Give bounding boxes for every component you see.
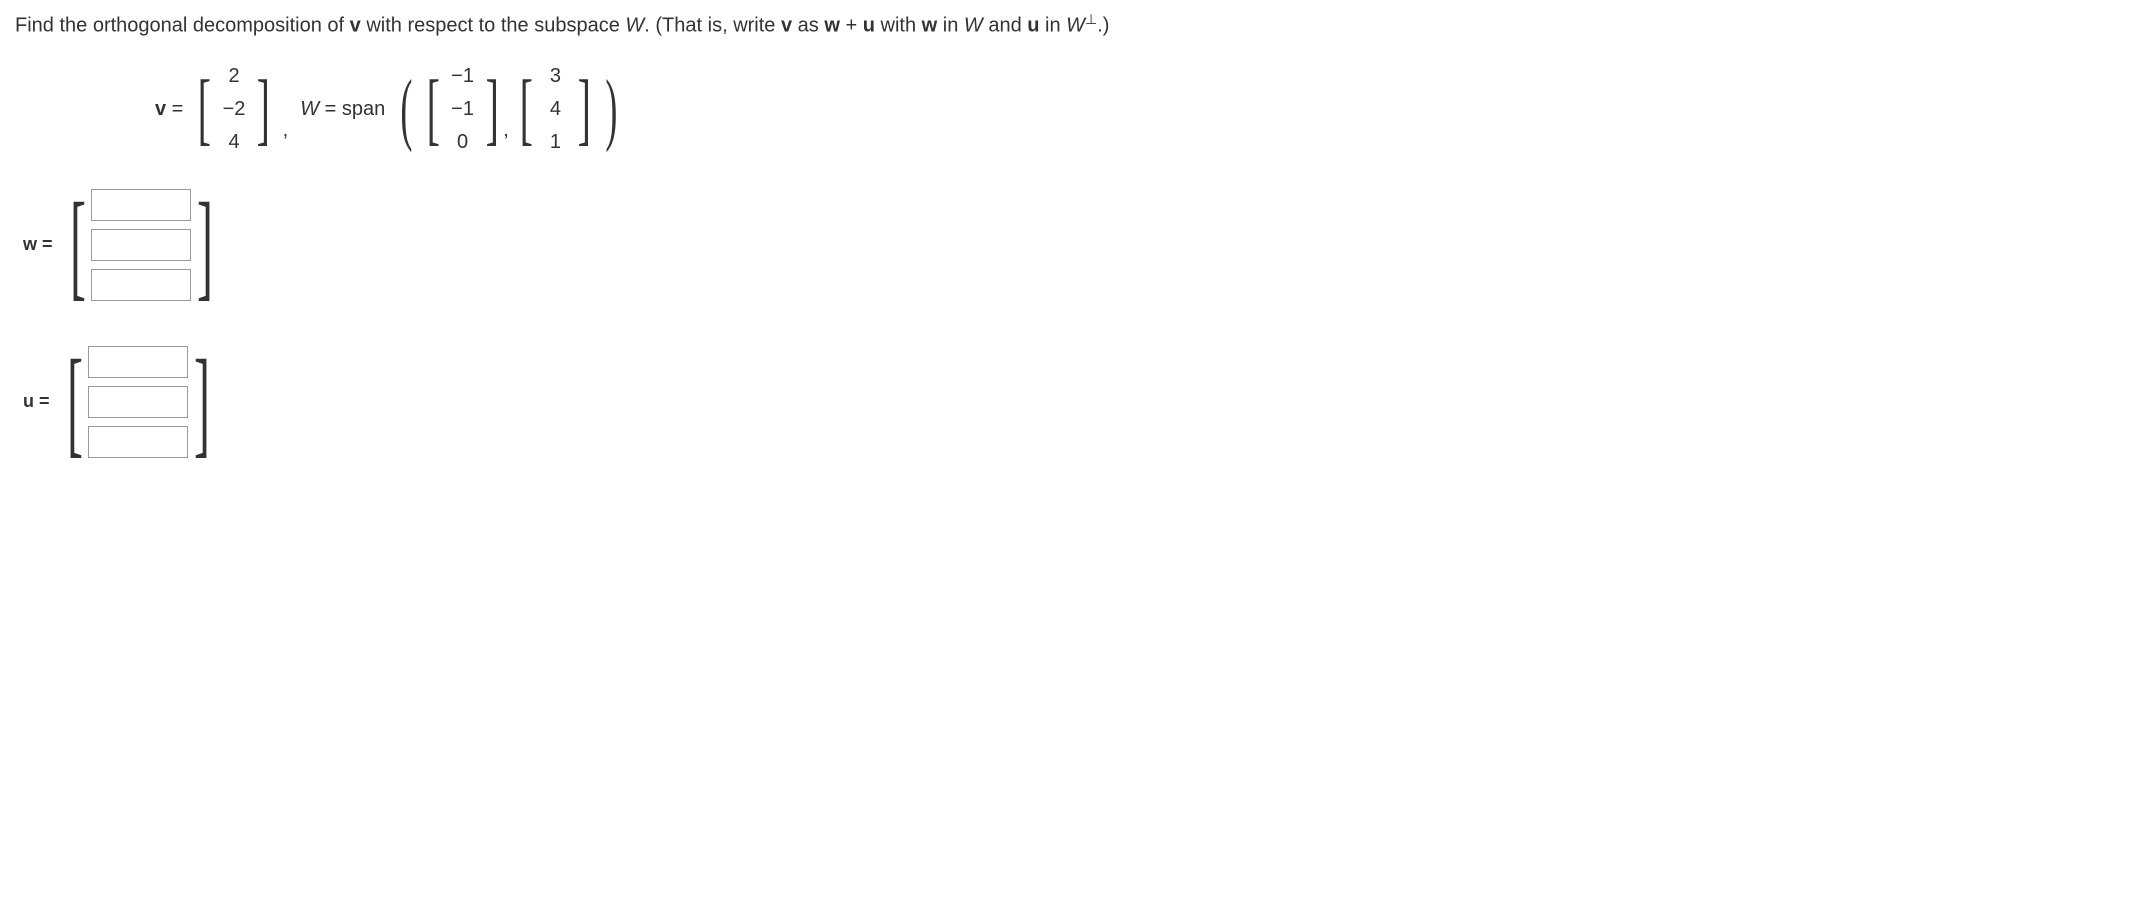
right-paren-icon: ): [605, 75, 617, 143]
left-bracket-icon: [: [198, 75, 211, 143]
right-bracket-icon: ]: [578, 75, 591, 143]
comma: ,: [503, 119, 509, 142]
v-vector: [ 2 −2 4 ]: [191, 65, 276, 154]
span-set: ( [ −1 −1 0 ] , [ 3 4 1 ] ): [393, 65, 624, 154]
w-entry-3-input[interactable]: [91, 269, 191, 301]
w-answer-row: w = [ ]: [23, 189, 2124, 301]
vector-entry: 0: [449, 131, 477, 154]
u-entry-2-input[interactable]: [88, 386, 188, 418]
equals: =: [166, 98, 183, 120]
right-bracket-icon: ]: [257, 75, 270, 143]
w-entry-1-input[interactable]: [91, 189, 191, 221]
basis-vector-1: [ −1 −1 0 ]: [420, 65, 505, 154]
span-label: = span: [319, 98, 385, 120]
v-symbol: v: [350, 15, 361, 37]
text: in: [937, 15, 964, 37]
v-label: v: [155, 98, 166, 120]
problem-statement: Find the orthogonal decomposition of v w…: [15, 10, 2124, 40]
left-bracket-icon: [: [427, 75, 440, 143]
left-bracket-icon: [: [519, 75, 532, 143]
u-entry-3-input[interactable]: [88, 426, 188, 458]
w-answer-label: w =: [23, 234, 53, 255]
right-bracket-icon: ]: [485, 75, 498, 143]
right-bracket-icon: ]: [194, 351, 210, 453]
perp-icon: ⊥: [1085, 11, 1097, 27]
vector-entry: 4: [541, 98, 569, 121]
W-symbol: W: [625, 15, 644, 37]
W-symbol: W: [964, 15, 983, 37]
vector-entry: −1: [449, 65, 477, 88]
given-values: v = [ 2 −2 4 ] , W = span ( [ −1 −1 0 ] …: [155, 65, 2124, 154]
u-symbol: u: [1027, 15, 1039, 37]
text: with: [875, 15, 922, 37]
vector-entry: 4: [220, 131, 248, 154]
text: as: [792, 15, 824, 37]
text: . (That is, write: [644, 15, 781, 37]
basis-vector-2: [ 3 4 1 ]: [513, 65, 598, 154]
w-input-vector: [ ]: [68, 189, 216, 301]
v-symbol: v: [781, 15, 792, 37]
text: .): [1097, 15, 1109, 37]
vector-entry: 3: [541, 65, 569, 88]
vector-entry: 2: [220, 65, 248, 88]
W-perp-symbol: W: [1066, 15, 1085, 37]
text: with respect to the subspace: [361, 15, 626, 37]
u-symbol: u: [863, 15, 875, 37]
text: in: [1039, 15, 1066, 37]
u-answer-label: u =: [23, 391, 50, 412]
vector-entry: 1: [541, 131, 569, 154]
w-symbol: w: [922, 15, 938, 37]
u-input-vector: [ ]: [65, 346, 213, 458]
right-bracket-icon: ]: [197, 194, 213, 296]
text: Find the orthogonal decomposition of: [15, 15, 350, 37]
w-entry-2-input[interactable]: [91, 229, 191, 261]
text: and: [983, 15, 1027, 37]
comma: ,: [283, 119, 289, 142]
text: +: [840, 15, 863, 37]
W-label: W: [300, 98, 319, 120]
u-answer-row: u = [ ]: [23, 346, 2124, 458]
left-bracket-icon: [: [70, 194, 86, 296]
left-paren-icon: (: [401, 75, 413, 143]
left-bracket-icon: [: [67, 351, 83, 453]
vector-entry: −2: [220, 98, 248, 121]
vector-entry: −1: [449, 98, 477, 121]
u-entry-1-input[interactable]: [88, 346, 188, 378]
w-symbol: w: [824, 15, 840, 37]
